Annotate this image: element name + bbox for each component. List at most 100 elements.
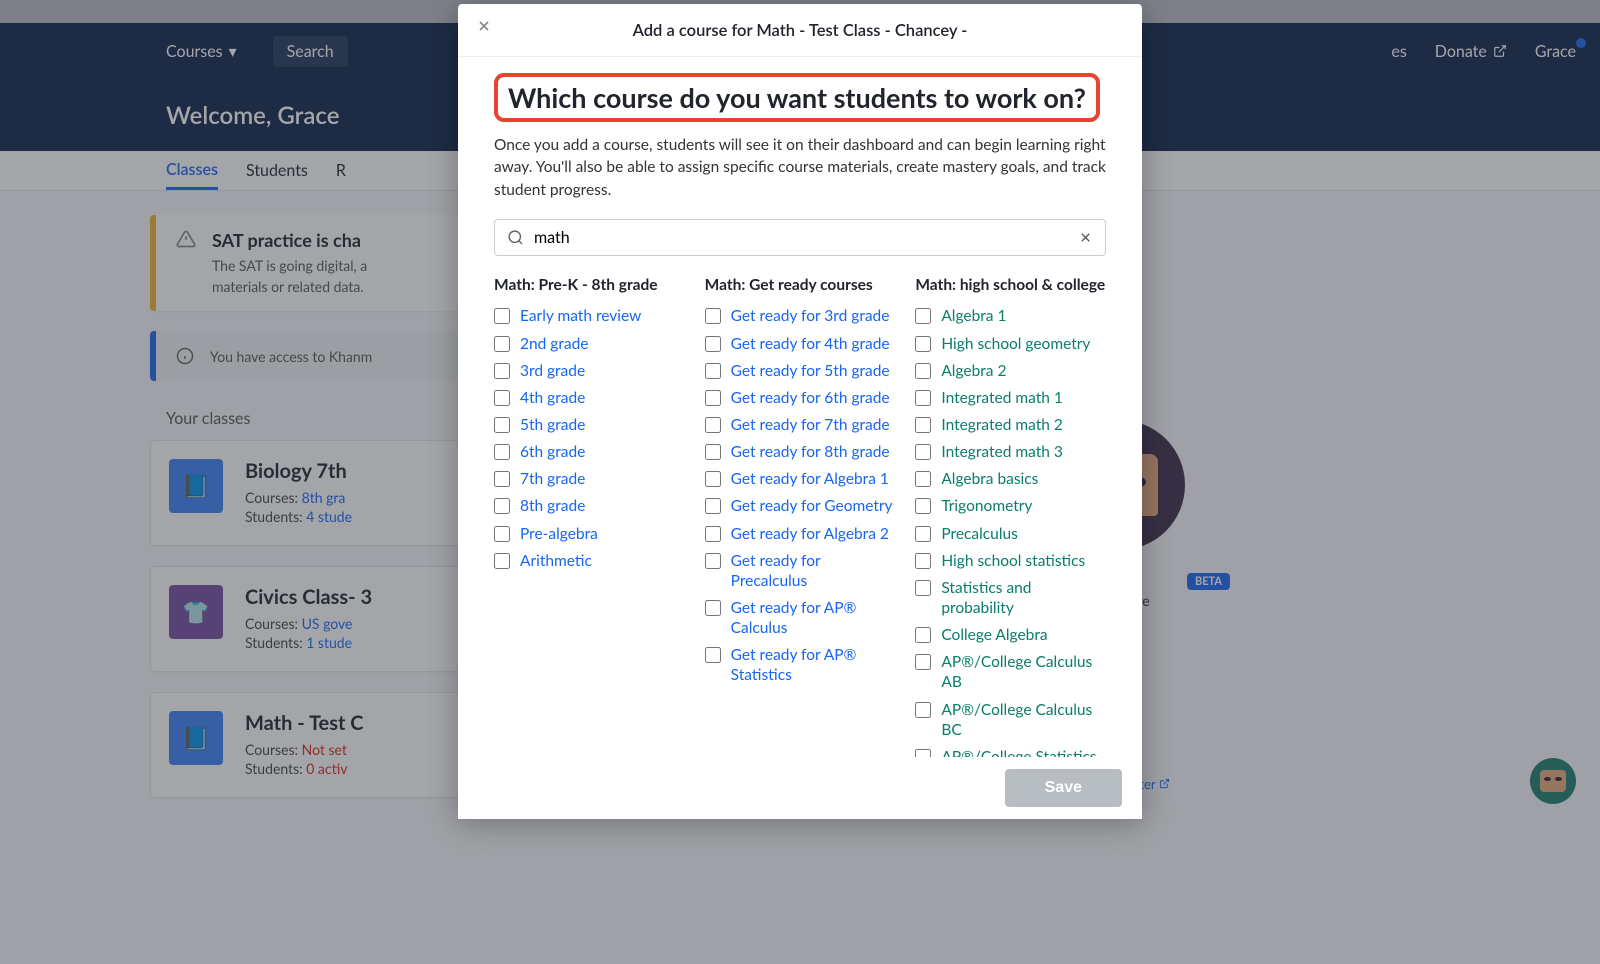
- course-option[interactable]: AP®/College Statistics: [915, 747, 1106, 757]
- course-label: Integrated math 2: [941, 415, 1063, 435]
- course-checkbox[interactable]: [915, 627, 931, 643]
- course-checkbox[interactable]: [915, 308, 931, 324]
- course-option[interactable]: College Algebra: [915, 625, 1106, 645]
- course-checkbox[interactable]: [705, 471, 721, 487]
- course-label: Get ready for 4th grade: [731, 334, 890, 354]
- course-option[interactable]: Get ready for Geometry: [705, 496, 896, 516]
- course-option[interactable]: Get ready for 3rd grade: [705, 306, 896, 326]
- course-checkbox[interactable]: [705, 390, 721, 406]
- course-checkbox[interactable]: [494, 498, 510, 514]
- course-checkbox[interactable]: [915, 526, 931, 542]
- course-checkbox[interactable]: [705, 600, 721, 616]
- col3-title: Math: high school & college: [915, 276, 1106, 294]
- course-label: Pre-algebra: [520, 524, 598, 544]
- course-checkbox[interactable]: [494, 336, 510, 352]
- course-option[interactable]: Algebra basics: [915, 469, 1106, 489]
- course-option[interactable]: Get ready for Algebra 1: [705, 469, 896, 489]
- course-checkbox[interactable]: [494, 308, 510, 324]
- course-checkbox[interactable]: [915, 444, 931, 460]
- course-checkbox[interactable]: [705, 647, 721, 663]
- course-option[interactable]: Trigonometry: [915, 496, 1106, 516]
- course-option[interactable]: Get ready for Algebra 2: [705, 524, 896, 544]
- course-checkbox[interactable]: [494, 363, 510, 379]
- course-checkbox[interactable]: [915, 580, 931, 596]
- course-option[interactable]: AP®/College Calculus AB: [915, 652, 1106, 692]
- course-checkbox[interactable]: [494, 444, 510, 460]
- course-label: Get ready for 6th grade: [731, 388, 890, 408]
- course-option[interactable]: Early math review: [494, 306, 685, 326]
- course-label: 5th grade: [520, 415, 585, 435]
- course-option[interactable]: High school statistics: [915, 551, 1106, 571]
- course-checkbox[interactable]: [705, 336, 721, 352]
- course-option[interactable]: Algebra 1: [915, 306, 1106, 326]
- course-checkbox[interactable]: [915, 417, 931, 433]
- course-option[interactable]: 2nd grade: [494, 334, 685, 354]
- search-icon: [507, 229, 524, 246]
- modal-title: Add a course for Math - Test Class - Cha…: [633, 20, 968, 40]
- course-checkbox[interactable]: [915, 471, 931, 487]
- course-option[interactable]: Get ready for AP® Calculus: [705, 598, 896, 638]
- course-option[interactable]: Integrated math 3: [915, 442, 1106, 462]
- course-label: Get ready for Algebra 2: [731, 524, 889, 544]
- course-search-input[interactable]: [524, 228, 1078, 247]
- clear-search-icon[interactable]: [1078, 230, 1093, 245]
- course-option[interactable]: Get ready for Precalculus: [705, 551, 896, 591]
- course-option[interactable]: Get ready for 8th grade: [705, 442, 896, 462]
- course-label: 2nd grade: [520, 334, 588, 354]
- course-option[interactable]: Get ready for AP® Statistics: [705, 645, 896, 685]
- course-checkbox[interactable]: [915, 553, 931, 569]
- course-checkbox[interactable]: [915, 390, 931, 406]
- course-checkbox[interactable]: [494, 526, 510, 542]
- course-label: AP®/College Calculus AB: [941, 652, 1106, 692]
- course-search[interactable]: [494, 219, 1106, 256]
- course-option[interactable]: 8th grade: [494, 496, 685, 516]
- course-checkbox[interactable]: [705, 444, 721, 460]
- course-option[interactable]: 6th grade: [494, 442, 685, 462]
- course-checkbox[interactable]: [705, 417, 721, 433]
- course-checkbox[interactable]: [494, 417, 510, 433]
- course-label: AP®/College Calculus BC: [941, 700, 1106, 740]
- course-column-hs-college: Math: high school & college Algebra 1 Hig…: [915, 276, 1106, 757]
- course-checkbox[interactable]: [705, 308, 721, 324]
- course-option[interactable]: Algebra 2: [915, 361, 1106, 381]
- course-option[interactable]: 5th grade: [494, 415, 685, 435]
- course-checkbox[interactable]: [705, 498, 721, 514]
- save-button[interactable]: Save: [1005, 769, 1122, 807]
- course-option[interactable]: Precalculus: [915, 524, 1106, 544]
- course-checkbox[interactable]: [915, 749, 931, 757]
- course-label: Integrated math 3: [941, 442, 1063, 462]
- course-checkbox[interactable]: [705, 553, 721, 569]
- course-checkbox[interactable]: [705, 363, 721, 379]
- course-option[interactable]: Statistics and probability: [915, 578, 1106, 618]
- course-option[interactable]: Arithmetic: [494, 551, 685, 571]
- course-option[interactable]: Get ready for 4th grade: [705, 334, 896, 354]
- course-checkbox[interactable]: [915, 702, 931, 718]
- course-label: 4th grade: [520, 388, 585, 408]
- course-option[interactable]: Get ready for 6th grade: [705, 388, 896, 408]
- modal-header: Add a course for Math - Test Class - Cha…: [458, 4, 1142, 57]
- course-checkbox[interactable]: [494, 553, 510, 569]
- course-option[interactable]: Integrated math 1: [915, 388, 1106, 408]
- course-option[interactable]: 7th grade: [494, 469, 685, 489]
- course-option[interactable]: 4th grade: [494, 388, 685, 408]
- course-label: Arithmetic: [520, 551, 592, 571]
- course-option[interactable]: Get ready for 7th grade: [705, 415, 896, 435]
- course-option[interactable]: Pre-algebra: [494, 524, 685, 544]
- course-checkbox[interactable]: [915, 363, 931, 379]
- course-checkbox[interactable]: [915, 498, 931, 514]
- course-option[interactable]: Get ready for 5th grade: [705, 361, 896, 381]
- course-label: AP®/College Statistics: [941, 747, 1096, 757]
- col2-title: Math: Get ready courses: [705, 276, 896, 294]
- course-checkbox[interactable]: [915, 654, 931, 670]
- course-option[interactable]: Integrated math 2: [915, 415, 1106, 435]
- course-option[interactable]: AP®/College Calculus BC: [915, 700, 1106, 740]
- course-checkbox[interactable]: [705, 526, 721, 542]
- course-label: Get ready for AP® Statistics: [731, 645, 896, 685]
- modal-description: Once you add a course, students will see…: [494, 134, 1106, 201]
- course-checkbox[interactable]: [494, 390, 510, 406]
- course-option[interactable]: High school geometry: [915, 334, 1106, 354]
- course-checkbox[interactable]: [915, 336, 931, 352]
- course-option[interactable]: 3rd grade: [494, 361, 685, 381]
- course-checkbox[interactable]: [494, 471, 510, 487]
- close-icon[interactable]: [476, 18, 492, 34]
